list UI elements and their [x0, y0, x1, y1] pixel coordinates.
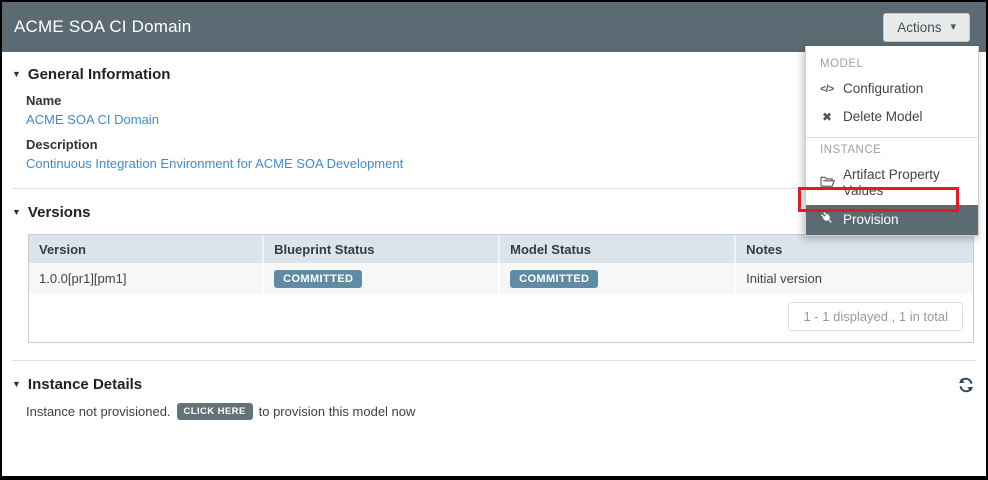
code-icon: </>: [818, 81, 836, 97]
menu-group-model: MODEL: [806, 52, 978, 75]
menu-item-provision[interactable]: Provision: [806, 205, 978, 235]
menu-item-label: Provision: [843, 212, 899, 228]
instance-status-line: Instance not provisioned. CLICK HERE to …: [26, 403, 976, 420]
model-status-badge: COMMITTED: [510, 270, 598, 288]
notes-cell: Initial version: [735, 263, 973, 294]
versions-table: Version Blueprint Status Model Status No…: [29, 235, 973, 294]
instance-details-heading[interactable]: ▼ Instance Details: [12, 376, 142, 393]
actions-dropdown-menu: MODEL </> Configuration ✖ Delete Model I…: [805, 46, 979, 236]
versions-heading-label: Versions: [28, 204, 91, 221]
pagination-status: 1 - 1 displayed , 1 in total: [788, 302, 963, 331]
table-row[interactable]: 1.0.0[pr1][pm1] COMMITTED COMMITTED Init…: [29, 263, 973, 294]
instance-status-text-before: Instance not provisioned.: [26, 404, 171, 419]
collapse-triangle-icon: ▼: [12, 70, 21, 79]
blueprint-status-badge: COMMITTED: [274, 270, 362, 288]
column-header-notes[interactable]: Notes: [735, 235, 973, 263]
refresh-icon[interactable]: [958, 377, 974, 393]
folder-open-icon: [818, 175, 836, 192]
general-information-heading-label: General Information: [28, 66, 171, 83]
instance-status-text-after: to provision this model now: [259, 404, 416, 419]
caret-down-icon: ▾: [950, 22, 956, 33]
divider: [12, 360, 976, 361]
column-header-model-status[interactable]: Model Status: [499, 235, 735, 263]
collapse-triangle-icon: ▼: [12, 380, 21, 389]
versions-table-container: Version Blueprint Status Model Status No…: [28, 234, 974, 343]
plug-icon: [818, 211, 836, 229]
menu-item-configuration[interactable]: </> Configuration: [806, 75, 978, 103]
version-cell: 1.0.0[pr1][pm1]: [29, 263, 263, 294]
menu-item-label: Delete Model: [843, 109, 923, 125]
actions-button[interactable]: Actions ▾: [883, 13, 970, 42]
actions-button-label: Actions: [897, 20, 941, 35]
menu-item-artifact-property-values[interactable]: Artifact Property Values: [806, 161, 978, 205]
instance-details-heading-label: Instance Details: [28, 376, 142, 393]
description-link[interactable]: Continuous Integration Environment for A…: [26, 156, 403, 171]
name-link[interactable]: ACME SOA CI Domain: [26, 112, 159, 127]
app-window: ACME SOA CI Domain Actions ▾ ▼ General I…: [0, 0, 988, 480]
x-icon: ✖: [818, 109, 836, 125]
menu-group-instance: INSTANCE: [806, 138, 978, 161]
menu-item-label: Configuration: [843, 81, 923, 97]
section-instance-details: ▼ Instance Details: [12, 376, 976, 420]
column-header-blueprint-status[interactable]: Blueprint Status: [263, 235, 499, 263]
click-here-button[interactable]: CLICK HERE: [177, 403, 253, 420]
table-footer: 1 - 1 displayed , 1 in total: [29, 294, 973, 342]
model-status-cell: COMMITTED: [499, 263, 735, 294]
column-header-version[interactable]: Version: [29, 235, 263, 263]
collapse-triangle-icon: ▼: [12, 208, 21, 217]
menu-item-label: Artifact Property Values: [843, 167, 970, 199]
page-title: ACME SOA CI Domain: [14, 17, 191, 37]
table-header-row: Version Blueprint Status Model Status No…: [29, 235, 973, 263]
menu-item-delete-model[interactable]: ✖ Delete Model: [806, 103, 978, 131]
blueprint-status-cell: COMMITTED: [263, 263, 499, 294]
page-header: ACME SOA CI Domain Actions ▾: [2, 2, 986, 52]
